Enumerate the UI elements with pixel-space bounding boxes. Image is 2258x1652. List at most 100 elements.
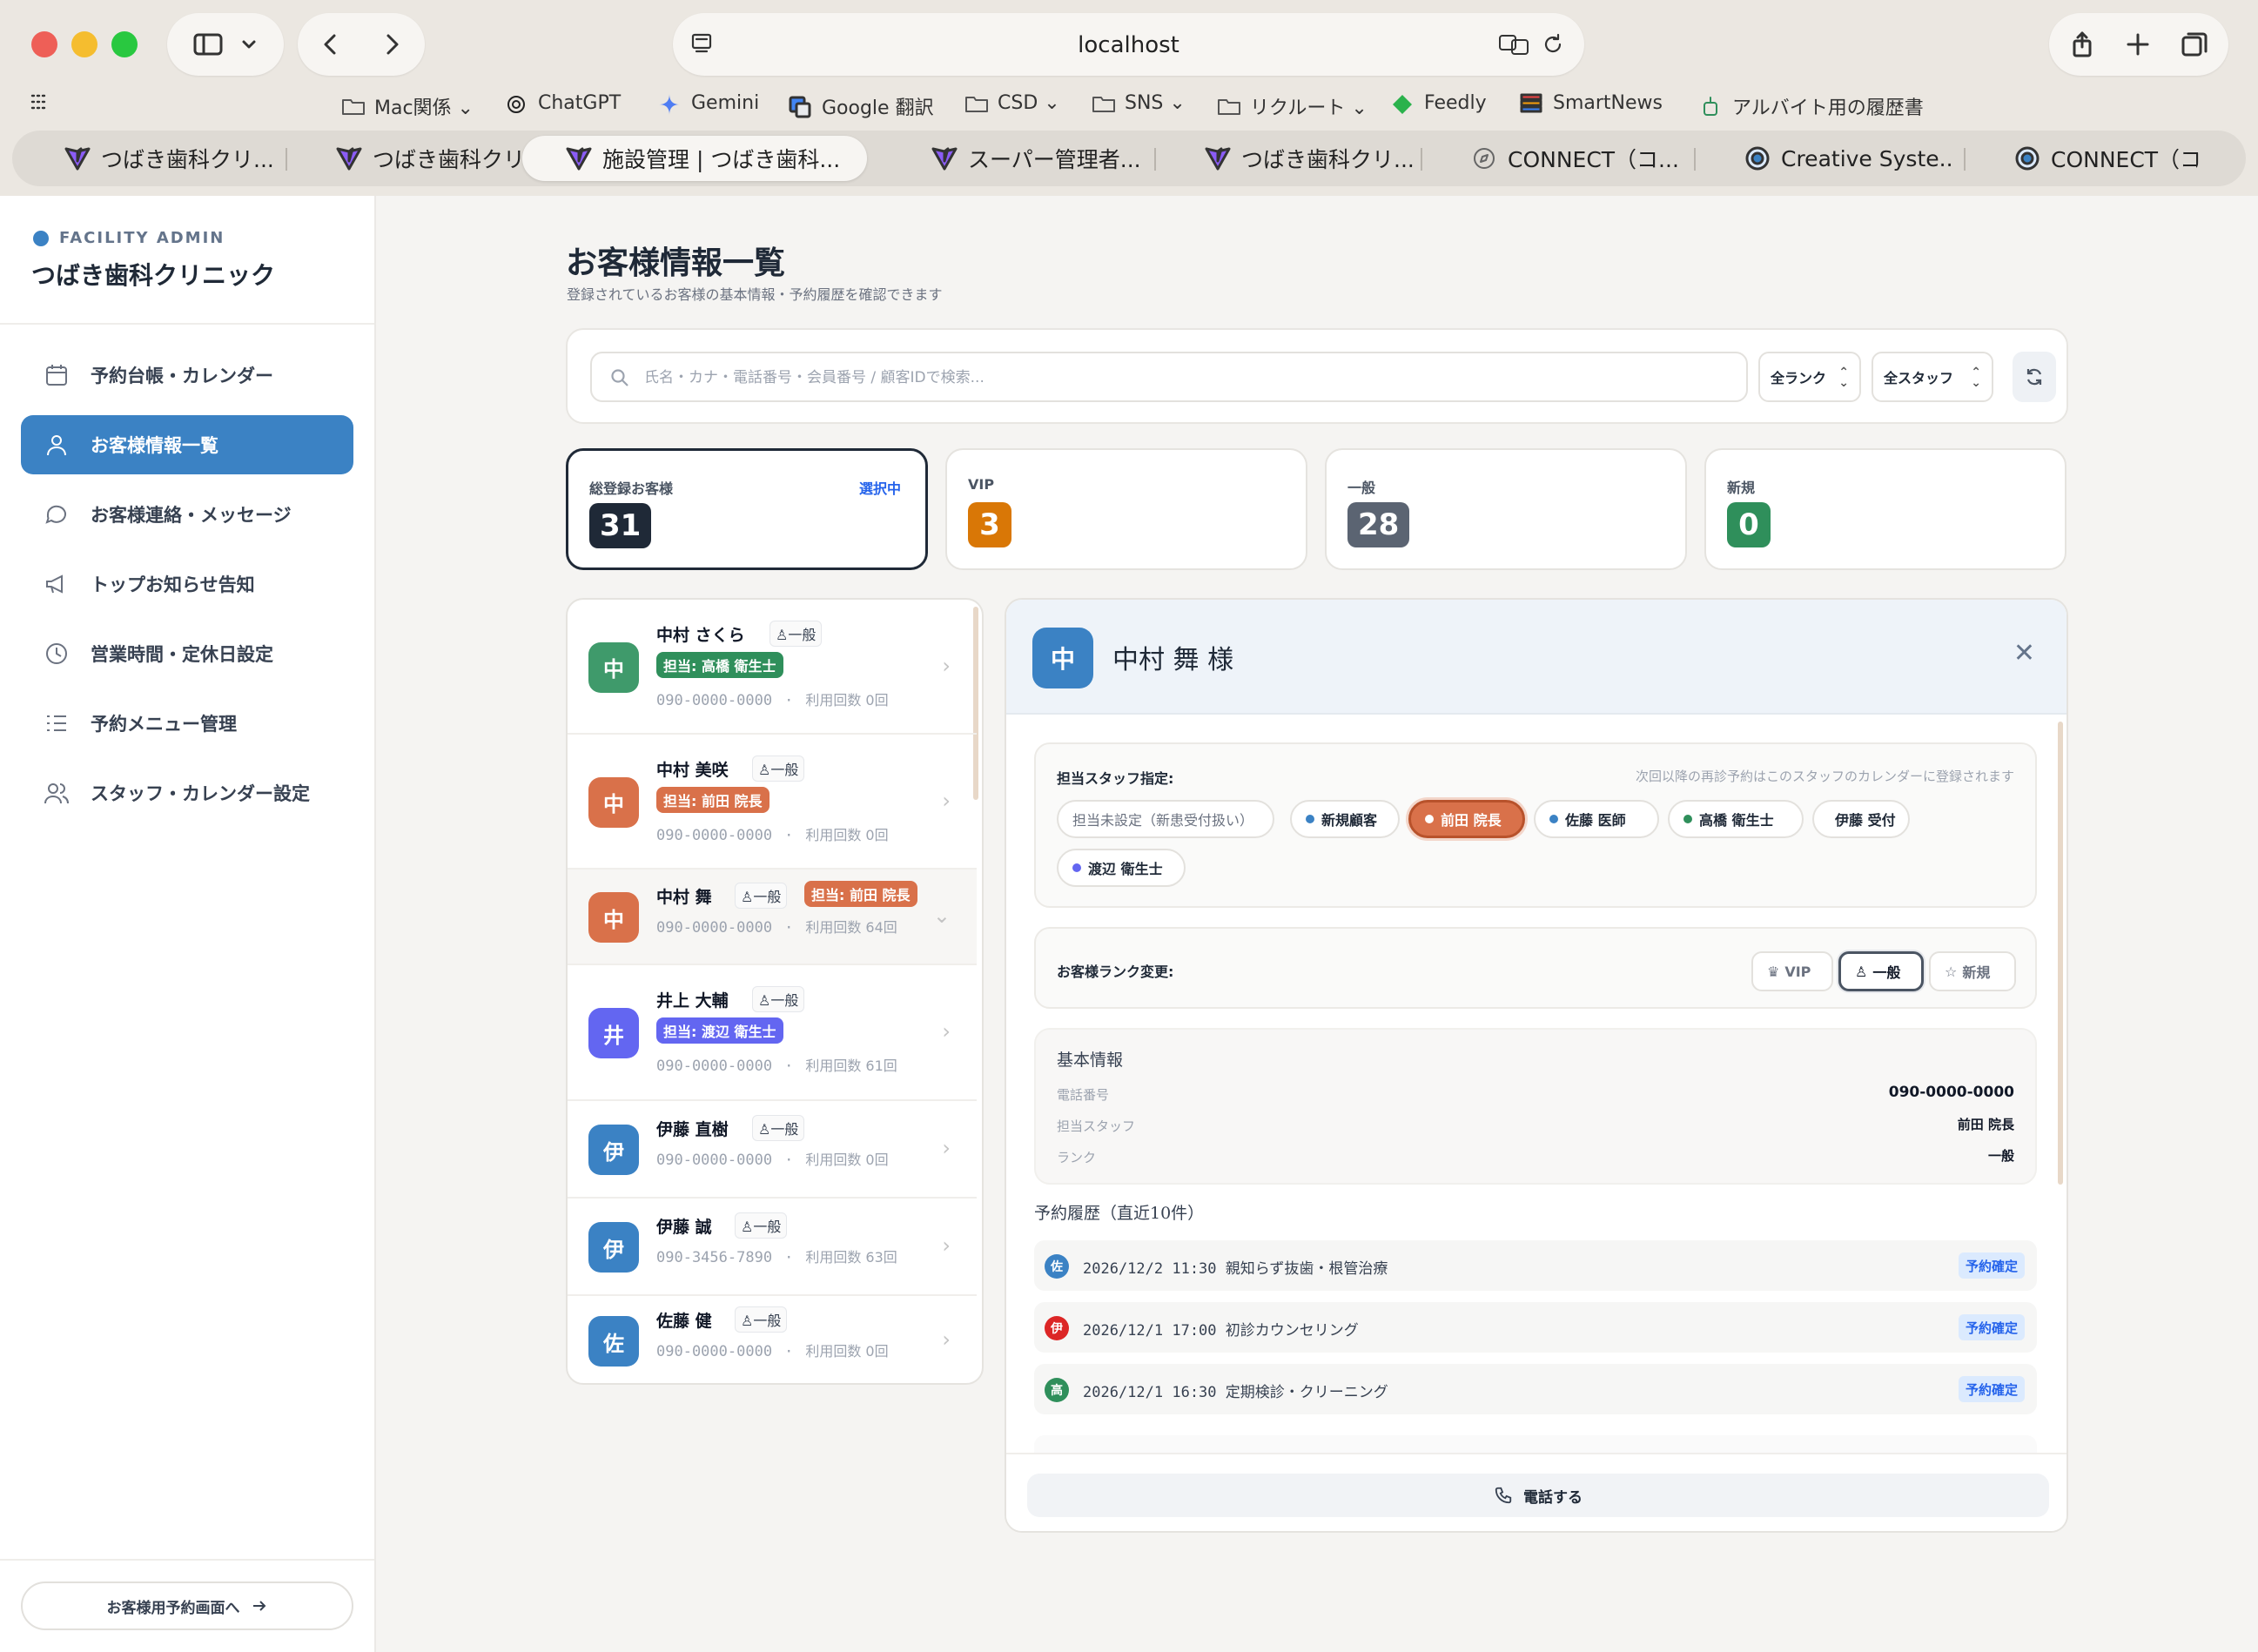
tab-label: つばき歯科クリ... bbox=[101, 147, 273, 172]
staff-option-chip[interactable]: 伊藤 受付 bbox=[1812, 800, 1910, 838]
chevron-down-icon bbox=[242, 40, 256, 49]
rank-option-chip[interactable]: ♙ 一般 bbox=[1838, 951, 1924, 991]
stat-card[interactable]: 新規 0 bbox=[1704, 448, 2066, 570]
zoom-window-button[interactable] bbox=[111, 31, 138, 57]
address-bar[interactable]: localhost bbox=[673, 13, 1584, 76]
customer-row[interactable]: 伊伊藤 直樹 ♙一般 090-0000-0000 · 利用回数 0回 › bbox=[568, 1101, 977, 1199]
sidebar-item[interactable]: お客様情報一覧 bbox=[21, 415, 353, 474]
bookmark-item[interactable]: アルバイト用の履歴書 bbox=[1699, 92, 1924, 120]
customer-staff-badge: 担当: 前田 院長 bbox=[804, 881, 917, 907]
staff-option-chip[interactable]: 渡辺 衛生士 bbox=[1057, 849, 1186, 887]
staff-assign-note: 次回以降の再診予約はこのスタッフのカレンダーに登録されます bbox=[1635, 769, 2014, 784]
call-button[interactable]: 電話する bbox=[1027, 1474, 2049, 1517]
customer-row[interactable]: 中中村 舞 ♙一般 担当: 前田 院長 090-0000-0000 · 利用回数 64回 ⌄ bbox=[568, 870, 977, 965]
refresh-button[interactable] bbox=[2013, 352, 2056, 402]
bookmark-item[interactable]: SmartNews bbox=[1520, 92, 1663, 114]
history-item[interactable]: 佐 2026/12/2 11:30 親知らず抜歯・根管治療 予約確定 bbox=[1034, 1240, 2037, 1291]
rank-option-chip[interactable]: ♛ VIP bbox=[1751, 951, 1833, 991]
staff-color-dot bbox=[1425, 815, 1434, 823]
bookmark-item[interactable]: Feedly bbox=[1391, 92, 1487, 114]
close-window-button[interactable] bbox=[31, 31, 57, 57]
separator-dot: · bbox=[784, 919, 794, 937]
staff-option-chip[interactable]: 高橋 衛生士 bbox=[1668, 800, 1804, 838]
sidebar-item[interactable]: 予約台帳・カレンダー bbox=[21, 346, 353, 405]
bookmark-label: Mac関係 ⌄ bbox=[374, 97, 474, 119]
app-root: FACILITY ADMIN つばき歯科クリニック 予約台帳・カレンダー お客様情… bbox=[0, 196, 2258, 1652]
staff-color-dot bbox=[1549, 815, 1558, 823]
reload-icon[interactable] bbox=[1541, 32, 1565, 57]
vite-icon bbox=[1205, 145, 1231, 171]
sidebar-toggle-button[interactable] bbox=[167, 13, 284, 76]
customer-row[interactable]: 井井上 大輔 ♙一般 担当: 渡辺 衛生士 090-0000-0000 · 利用回数 61… bbox=[568, 965, 977, 1101]
translate-page-icon[interactable] bbox=[1497, 31, 1532, 57]
calendar-icon bbox=[46, 365, 67, 386]
staff-option-chip[interactable]: 前田 院長 bbox=[1408, 800, 1525, 838]
customer-row[interactable]: 伊伊藤 誠 ♙一般 090-3456-7890 · 利用回数 63回 › bbox=[568, 1199, 977, 1296]
bookmark-item[interactable]: SNS ⌄ bbox=[1092, 92, 1186, 114]
bookmark-item[interactable]: Mac関係 ⌄ bbox=[341, 92, 474, 120]
staff-option-chip[interactable]: 新規顧客 bbox=[1290, 800, 1400, 838]
facility-admin-label: FACILITY ADMIN bbox=[59, 229, 225, 247]
browser-tab[interactable]: つばき歯科クリ... bbox=[292, 136, 545, 181]
stat-card[interactable]: 一般 28 bbox=[1325, 448, 1687, 570]
browser-tab[interactable]: CONNECT（コ... bbox=[1428, 136, 1680, 181]
rank-option-chip[interactable]: ☆ 新規 bbox=[1929, 951, 2016, 991]
info-value: 090-0000-0000 bbox=[1888, 1084, 2014, 1101]
detail-header: 中 中村 舞 様 ✕ bbox=[1006, 600, 2066, 715]
staff-filter-select[interactable]: 全スタッフ ⌃ ⌄ bbox=[1872, 352, 1993, 402]
staff-option-label: 高橋 衛生士 bbox=[1699, 812, 1774, 829]
browser-tab[interactable]: つばき歯科クリ... bbox=[21, 136, 273, 181]
customer-booking-link-button[interactable]: お客様用予約画面へ bbox=[21, 1581, 353, 1630]
rank-change-title: お客様ランク変更: bbox=[1057, 964, 1174, 980]
close-icon[interactable]: ✕ bbox=[2013, 638, 2035, 668]
sidebar-icon bbox=[193, 33, 223, 56]
bookmark-item[interactable]: リクルート ⌄ bbox=[1217, 92, 1368, 120]
bookmark-item[interactable]: Google 翻訳 bbox=[789, 92, 934, 120]
bookmark-item[interactable]: Gemini bbox=[658, 92, 759, 115]
stat-card[interactable]: VIP 3 bbox=[945, 448, 1307, 570]
browser-tab[interactable]: スーパー管理者... bbox=[888, 136, 1140, 181]
sidebar-item[interactable]: お客様連絡・メッセージ bbox=[21, 485, 353, 544]
customer-visits: 利用回数 64回 bbox=[805, 919, 897, 936]
history-item[interactable]: 高 2026/12/1 16:30 定期検診・クリーニング 予約確定 bbox=[1034, 1364, 2037, 1414]
browser-tab[interactable]: CONNECT（コ... bbox=[1971, 136, 2199, 181]
staff-color-dot bbox=[1683, 815, 1692, 823]
history-item[interactable]: 伊 2026/12/1 17:00 初診カウンセリング 予約確定 bbox=[1034, 1302, 2037, 1353]
customer-row[interactable]: 佐佐藤 健 ♙一般 090-0000-0000 · 利用回数 0回 › bbox=[568, 1296, 977, 1383]
share-icon[interactable] bbox=[2067, 30, 2097, 59]
sidebar-item[interactable]: トップお知らせ告知 bbox=[21, 554, 353, 614]
rank-filter-select[interactable]: 全ランク ⌃ ⌄ bbox=[1758, 352, 1861, 402]
sidebar-item[interactable]: スタッフ・カレンダー設定 bbox=[21, 763, 353, 823]
staff-option-chip[interactable]: 担当未設定（新患受付扱い） bbox=[1057, 800, 1274, 838]
stat-card[interactable]: 総登録お客様 31 選択中 bbox=[566, 448, 928, 570]
back-icon[interactable] bbox=[318, 31, 344, 57]
new-tab-icon[interactable] bbox=[2123, 30, 2153, 59]
bookmark-label: SmartNews bbox=[1553, 92, 1663, 114]
tab-bar: つばき歯科クリ... つばき歯科クリ... 施設管理 | つばき歯科... スーパー管… bbox=[12, 131, 2246, 186]
customer-visits: 利用回数 63回 bbox=[805, 1249, 897, 1266]
browser-tab[interactable]: Creative Syste... bbox=[1701, 136, 1953, 181]
bookmark-item[interactable]: CSD ⌄ bbox=[964, 92, 1060, 114]
customer-phone-number: 090-0000-0000 bbox=[656, 1058, 773, 1075]
apps-grid-icon[interactable] bbox=[29, 91, 51, 113]
customer-row[interactable]: 中中村 美咲 ♙一般 担当: 前田 院長 090-0000-0000 · 利用回数 0回 › bbox=[568, 735, 977, 870]
star-icon: ☆ bbox=[1945, 963, 1958, 980]
bookmark-item[interactable]: ChatGPT bbox=[505, 92, 621, 114]
vite-icon bbox=[566, 145, 592, 171]
detail-scrollbar[interactable] bbox=[2058, 722, 2063, 1185]
sidebar-item[interactable]: 予約メニュー管理 bbox=[21, 694, 353, 753]
tab-overview-icon[interactable] bbox=[2179, 29, 2210, 60]
staff-option-label: 伊藤 受付 bbox=[1835, 812, 1896, 829]
browser-tab[interactable]: 施設管理 | つばき歯科... bbox=[522, 136, 867, 181]
folder-icon bbox=[1092, 93, 1116, 114]
select-arrows-icon: ⌃ ⌄ bbox=[1971, 366, 1981, 390]
search-input[interactable] bbox=[644, 364, 1732, 392]
minimize-window-button[interactable] bbox=[71, 31, 97, 57]
tab-label: 施設管理 | つばき歯科... bbox=[602, 147, 841, 172]
customer-row[interactable]: 中中村 さくら ♙一般 担当: 高橋 衛生士 090-0000-0000 · 利用回数 0… bbox=[568, 600, 977, 735]
forward-icon[interactable] bbox=[379, 31, 405, 57]
crown-icon: ♛ bbox=[1767, 963, 1780, 980]
browser-tab[interactable]: つばき歯科クリ... bbox=[1161, 136, 1414, 181]
sidebar-item[interactable]: 営業時間・定休日設定 bbox=[21, 624, 353, 683]
staff-option-chip[interactable]: 佐藤 医師 bbox=[1534, 800, 1659, 838]
